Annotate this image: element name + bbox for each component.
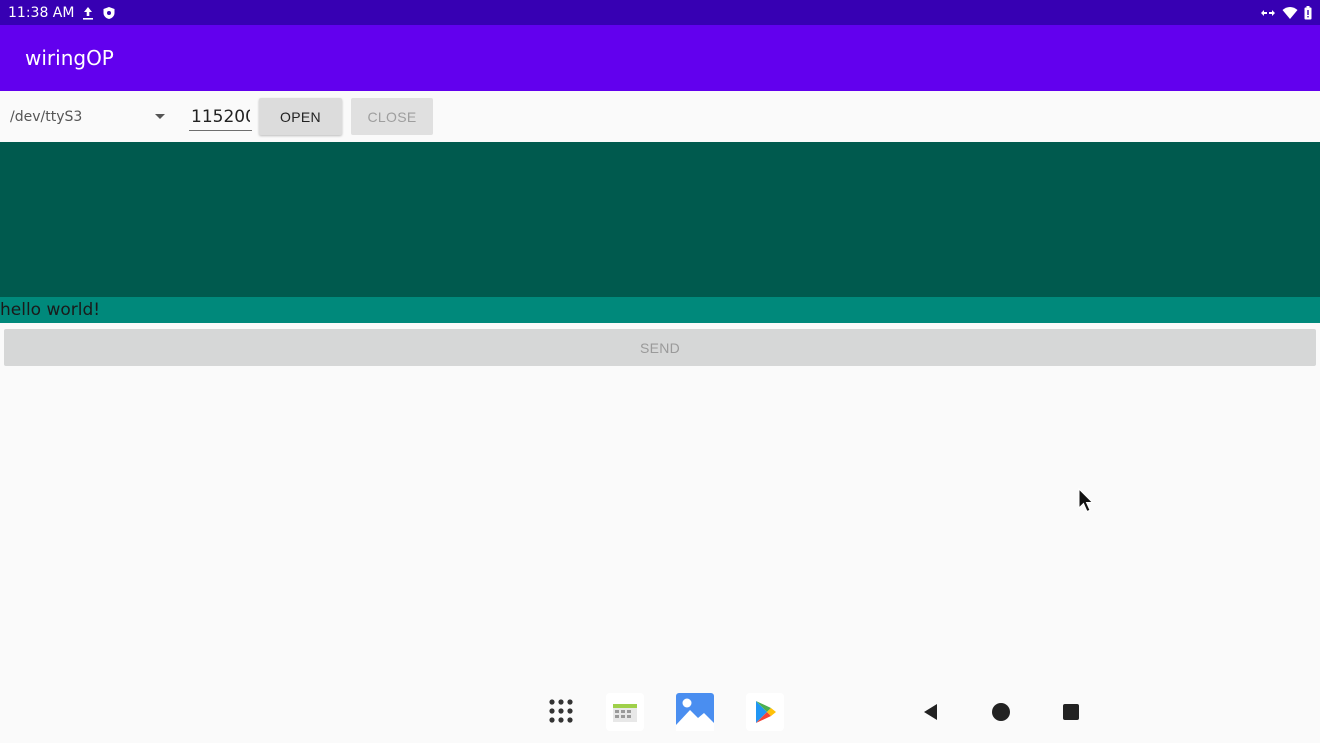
status-bar: 11:38 AM xyxy=(0,0,1320,25)
controls-row: /dev/ttyS3 OPEN CLOSE xyxy=(0,91,1320,142)
play-store-icon[interactable] xyxy=(746,693,784,731)
send-text-field[interactable]: hello world! xyxy=(0,297,1320,323)
app-title: wiringOP xyxy=(25,46,114,70)
mouse-cursor-icon xyxy=(1078,487,1094,518)
send-button[interactable]: SEND xyxy=(4,329,1316,366)
upload-icon xyxy=(82,6,94,20)
vpn-arrows-icon xyxy=(1260,7,1276,19)
send-text-value: hello world! xyxy=(0,300,101,320)
chevron-down-icon xyxy=(155,114,165,119)
receive-panel xyxy=(0,142,1320,297)
baud-rate-input[interactable] xyxy=(189,103,252,131)
battery-icon xyxy=(1304,5,1312,20)
app-bar: wiringOP xyxy=(0,25,1320,91)
recents-icon[interactable] xyxy=(1059,700,1083,724)
port-spinner[interactable]: /dev/ttyS3 xyxy=(0,91,180,142)
navigation-bar xyxy=(0,683,1320,743)
gallery-app-icon[interactable] xyxy=(676,693,714,731)
calendar-app-icon[interactable] xyxy=(606,693,644,731)
app-drawer-icon[interactable] xyxy=(545,695,577,727)
shield-icon xyxy=(102,6,116,20)
close-button[interactable]: CLOSE xyxy=(351,98,433,135)
open-button[interactable]: OPEN xyxy=(259,98,342,135)
port-value: /dev/ttyS3 xyxy=(10,108,83,125)
home-icon[interactable] xyxy=(989,700,1013,724)
back-icon[interactable] xyxy=(918,700,942,724)
wifi-icon xyxy=(1282,6,1298,20)
status-time: 11:38 AM xyxy=(8,4,75,21)
